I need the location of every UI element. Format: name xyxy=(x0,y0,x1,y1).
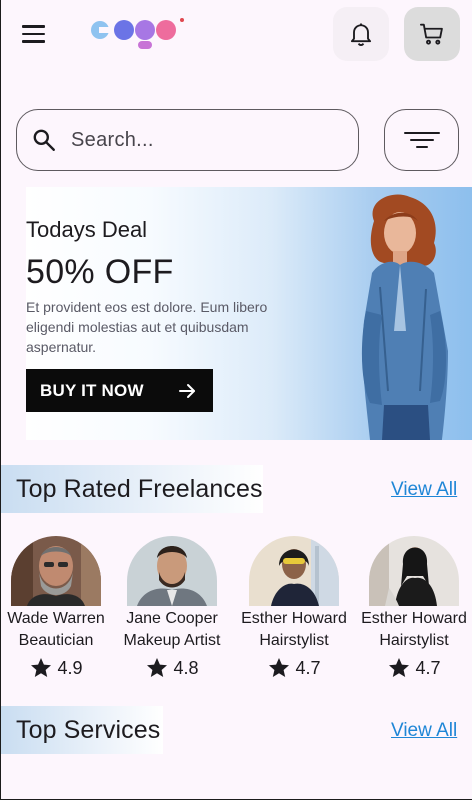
notification-button[interactable] xyxy=(333,7,389,61)
top-rated-title: Top Rated Freelances xyxy=(16,474,263,503)
avatar xyxy=(11,536,101,606)
top-rated-header: Top Rated Freelances xyxy=(1,465,263,513)
logo xyxy=(90,16,186,52)
freelancer-rating: 4.8 xyxy=(116,656,228,680)
cart-button[interactable] xyxy=(404,7,460,61)
deal-banner: Todays Deal 50% OFF Et provident eos est… xyxy=(26,187,472,440)
freelancer-role: Hairstylist xyxy=(379,632,449,649)
freelancer-name: Esther Howard xyxy=(361,610,467,627)
freelancer-rating: 4.7 xyxy=(238,656,350,680)
top-services-header: Top Services xyxy=(1,706,163,754)
menu-button[interactable] xyxy=(22,22,50,46)
top-services-view-all-link[interactable]: View All xyxy=(391,720,457,742)
star-icon xyxy=(147,658,168,677)
freelancer-rating: 4.7 xyxy=(358,656,470,680)
star-icon xyxy=(31,658,52,677)
rating-value: 4.8 xyxy=(173,657,199,678)
rating-value: 4.9 xyxy=(57,657,83,678)
freelancer-role: Beautician xyxy=(18,632,94,649)
avatar xyxy=(369,536,459,606)
avatar xyxy=(127,536,217,606)
star-icon xyxy=(389,658,410,677)
freelancer-role: Hairstylist xyxy=(259,632,329,649)
freelancer-rating: 4.9 xyxy=(0,656,112,680)
shopping-cart-icon xyxy=(419,23,443,45)
star-icon xyxy=(269,658,290,677)
freelancer-name: Esther Howard xyxy=(241,610,347,627)
freelancer-name: Wade Warren xyxy=(7,610,105,627)
hamburger-menu-icon xyxy=(22,25,45,28)
top-services-title: Top Services xyxy=(16,715,161,744)
filter-icon xyxy=(403,132,440,148)
buy-it-now-button[interactable]: BUY IT NOW xyxy=(26,369,213,412)
deal-description: Et provident eos est dolore. Eum libero … xyxy=(26,299,268,355)
freelancer-name: Jane Cooper xyxy=(126,610,218,627)
buy-button-label: BUY IT NOW xyxy=(40,380,144,400)
search-input[interactable] xyxy=(71,128,321,152)
freelancer-card[interactable]: Esther Howard Hairstylist 4.7 xyxy=(238,536,350,680)
arrow-right-icon xyxy=(179,383,195,398)
freelancer-role: Makeup Artist xyxy=(123,632,221,649)
search-bar[interactable] xyxy=(16,109,359,171)
filter-button[interactable] xyxy=(384,109,459,171)
frame-left-border xyxy=(0,0,1,800)
bell-icon xyxy=(350,23,372,46)
avatar xyxy=(249,536,339,606)
model-photo xyxy=(361,194,448,440)
freelancer-card[interactable]: Jane Cooper Makeup Artist 4.8 xyxy=(116,536,228,680)
rating-value: 4.7 xyxy=(295,657,321,678)
deal-title: Todays Deal xyxy=(26,217,148,242)
freelancer-card[interactable]: Esther Howard Hairstylist 4.7 xyxy=(358,536,470,680)
freelancer-card[interactable]: Wade Warren Beautician 4.9 xyxy=(0,536,112,680)
search-icon xyxy=(33,129,55,151)
deal-headline: 50% OFF xyxy=(26,253,174,291)
rating-value: 4.7 xyxy=(415,657,441,678)
top-rated-view-all-link[interactable]: View All xyxy=(391,479,457,501)
